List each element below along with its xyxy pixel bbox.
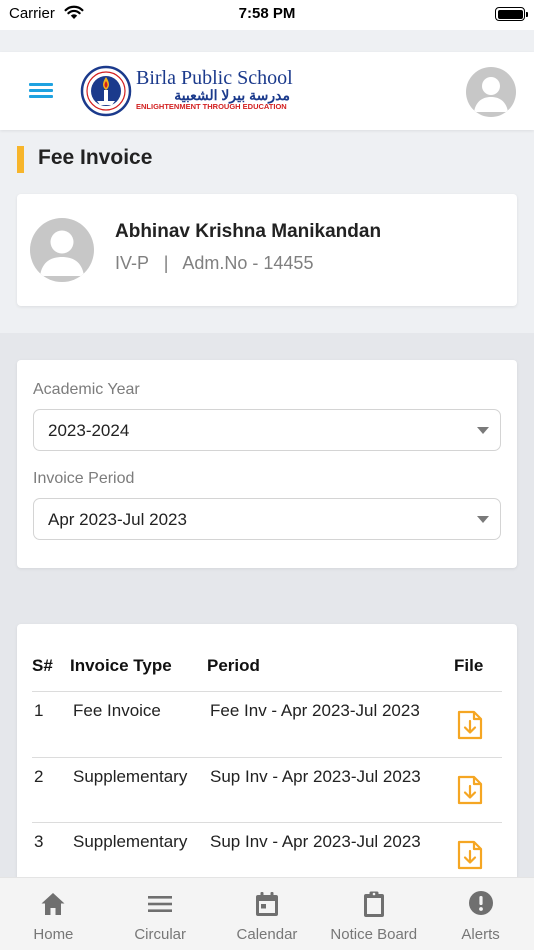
school-emblem-icon [80, 65, 132, 117]
hamburger-menu-button[interactable] [26, 77, 56, 103]
download-file-icon[interactable] [457, 840, 483, 870]
chevron-down-icon [477, 516, 489, 523]
battery-icon [495, 7, 528, 21]
column-header-file: File [454, 656, 484, 675]
tab-calendar[interactable]: Calendar [214, 878, 321, 950]
tab-notice-board[interactable]: Notice Board [320, 878, 427, 950]
row-invoice-type: Supplementary [73, 767, 188, 786]
invoice-period-value: Apr 2023-Jul 2023 [48, 510, 187, 529]
page-title-accent [17, 146, 24, 173]
tab-circular[interactable]: Circular [107, 878, 214, 950]
bottom-tab-bar: Home Circular Calendar Notice Board Aler… [0, 877, 534, 950]
tab-home[interactable]: Home [0, 878, 107, 950]
school-tagline: ENLIGHTENMENT THROUGH EDUCATION [136, 102, 287, 111]
calendar-icon [255, 892, 278, 916]
status-bar: Carrier 7:58 PM [0, 0, 534, 30]
row-invoice-type: Fee Invoice [73, 701, 161, 720]
student-card: Abhinav Krishna Manikandan IV-P | Adm.No… [17, 194, 517, 306]
user-icon [40, 230, 84, 276]
app-header: Birla Public School مدرسة بيرلا الشعبية … [0, 52, 534, 130]
divider [32, 822, 502, 823]
user-icon [474, 77, 508, 112]
student-class-admission: IV-P | Adm.No - 14455 [115, 253, 314, 273]
row-invoice-type: Supplementary [73, 832, 188, 851]
page-title: Fee Invoice [38, 146, 153, 169]
tab-label: Notice Board [330, 926, 418, 943]
invoice-table: S# Invoice Type Period File 1 Fee Invoic… [17, 624, 517, 884]
filter-card: Academic Year 2023-2024 Invoice Period A… [17, 360, 517, 568]
column-header-sno: S# [32, 656, 53, 675]
row-sno: 2 [34, 767, 44, 786]
row-sno: 1 [34, 701, 44, 720]
column-header-period: Period [207, 656, 260, 675]
tab-alerts[interactable]: Alerts [427, 878, 534, 950]
row-period: Sup Inv - Apr 2023-Jul 2023 [210, 832, 421, 851]
invoice-period-label: Invoice Period [33, 470, 135, 487]
school-logo: Birla Public School مدرسة بيرلا الشعبية … [80, 65, 294, 117]
row-period: Sup Inv - Apr 2023-Jul 2023 [210, 767, 421, 786]
row-period: Fee Inv - Apr 2023-Jul 2023 [210, 701, 420, 720]
download-file-icon[interactable] [457, 775, 483, 805]
clock: 7:58 PM [238, 5, 296, 22]
tab-label: Calendar [236, 926, 298, 943]
tab-label: Circular [134, 926, 187, 943]
chevron-down-icon [477, 427, 489, 434]
academic-year-select[interactable]: 2023-2024 [33, 409, 501, 451]
alert-icon [468, 891, 493, 915]
download-file-icon[interactable] [457, 710, 483, 740]
tab-label: Alerts [461, 926, 500, 943]
invoice-period-select[interactable]: Apr 2023-Jul 2023 [33, 498, 501, 540]
divider [32, 757, 502, 758]
home-icon [41, 893, 65, 915]
profile-avatar-button[interactable] [466, 67, 516, 117]
academic-year-label: Academic Year [33, 381, 140, 398]
divider [32, 691, 502, 692]
row-sno: 3 [34, 832, 44, 851]
student-name: Abhinav Krishna Manikandan [115, 221, 382, 242]
tab-label: Home [33, 926, 74, 943]
list-icon [148, 896, 173, 912]
column-header-type: Invoice Type [70, 656, 172, 675]
student-avatar [30, 218, 94, 282]
clipboard-icon [363, 891, 384, 917]
academic-year-value: 2023-2024 [48, 421, 130, 440]
